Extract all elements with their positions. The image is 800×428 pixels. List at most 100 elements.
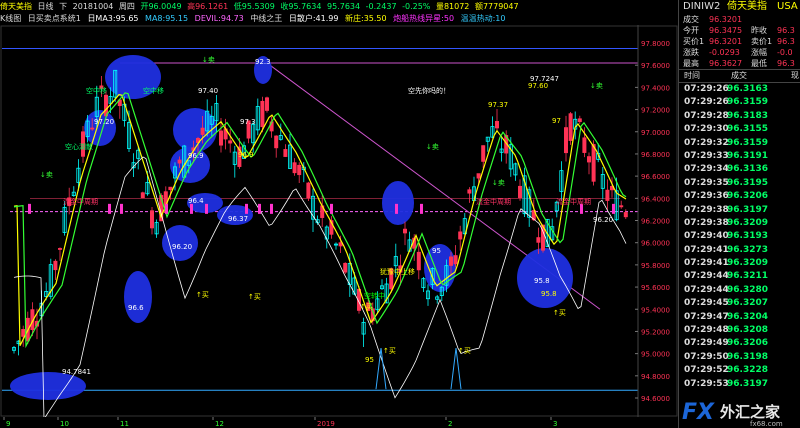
tick-time: 07:29:36 [684,191,729,202]
candle [605,189,610,201]
close-value: 收95.7634 [280,2,322,11]
indicator-chart-type[interactable]: K线图 [0,14,21,23]
ticks-col-deal: 成交 [731,71,747,80]
quote-value: 96.3627 [709,59,743,68]
high-value: 高96.1261 [187,2,229,11]
tick-time: 07:29:41 [684,244,729,255]
candle [343,262,348,273]
tick-price: 96.3211 [727,271,768,282]
date-label: 20181004 [72,2,114,11]
symbol-title[interactable]: 倚天美指 [0,2,32,11]
candle [58,248,63,250]
y-tick-label: 96.8000 [641,151,670,159]
chart-annotation: 95 [365,356,374,364]
tick-row: 07:29:34 96.3136 [679,163,800,176]
quote-key: 买价1 [683,37,705,46]
tick-row: 07:29:38 96.3197 [679,204,800,217]
y-tick-label: 94.8000 [641,373,670,381]
chart-annotation: 空中移 [86,86,107,95]
tick-row: 07:29:50 96.3198 [679,351,800,364]
chart-annotation: 96.4 [188,197,204,205]
x-tick-label: 2019 [317,420,335,428]
price-bubble [124,271,152,323]
tick-price: 96.3159 [727,137,768,148]
x-axis: 9 10 11 12 2019 2 3 [3,417,557,428]
open-value: 开96.0049 [140,2,182,11]
tick-time: 07:29:33 [684,150,729,161]
tick-price: 96.3208 [727,325,768,336]
tick-price: 96.3197 [727,378,768,389]
quote-panel: DINIW2 倚天美指 USA 成交 96.3201 今开 96.3475 昨收 96.3… [678,0,800,428]
amount-value: 额7779047 [474,2,519,11]
indicator-ma3: 日MA3:95.65 [87,14,139,23]
pink-bar [205,203,208,214]
ticks-header: 时间 成交 现 [679,69,800,83]
quote-row: 涨跌 -0.0293 涨幅 -0.0 [679,47,800,58]
tick-time: 07:29:40 [684,231,729,242]
tick-time: 07:29:44 [684,271,729,282]
y-tick-label-top: 97.8000 [641,40,670,48]
candle [494,121,499,129]
tick-row: 07:29:35 96.3195 [679,177,800,190]
buy-signal: ↑买 [196,291,209,299]
sell-signal: ↓卖 [426,143,439,151]
tick-price: 96.3209 [727,217,768,228]
y-tick-label: 97.2000 [641,107,670,115]
candle [260,100,265,128]
volume-value: 量81072 [435,2,470,11]
y-tick-label: 97.6000 [641,62,670,70]
indicator-retail: 日散户:41.99 [288,14,339,23]
candle [200,127,205,135]
chart-annotation: 流金中周期 [556,197,591,206]
pink-bar [258,203,261,214]
indicator-system[interactable]: 日买卖点系统1 [28,14,81,23]
tick-row: 07:29:48 96.3208 [679,324,800,337]
chart-annotation: 96.9 [188,152,204,160]
sell-signal: ↓卖 [590,82,603,90]
candle [536,237,541,243]
candle [140,192,145,199]
indicator-bull: 温温热动:10 [460,14,506,23]
quote-row: 成交 96.3201 [679,14,800,25]
quote-row: 最高 96.3627 最低 96.3 [679,58,800,69]
chart-annotation: 96.6 [128,304,144,312]
candle [264,97,269,111]
candlestick-chart[interactable]: 97.20 97.40 97.3 96.9 96.9 96.4 96.37 96.20 96.6… [0,25,678,417]
low-value: 低95.5309 [233,2,275,11]
pink-bar [190,203,193,214]
tick-time: 07:29:28 [684,110,729,121]
candle [90,127,95,130]
y-tick-label: 97.4000 [641,84,670,92]
indicator-hot: 炮船热线异星:50 [393,14,455,23]
indicator-mid: 中线之王 [250,14,283,23]
candle [582,137,587,153]
quote-row: 今开 96.3475 昨收 96.3 [679,25,800,36]
y-tick-label: 96.4000 [641,195,670,203]
quote-key: 卖价1 [751,37,773,46]
tick-row: 07:29:49 96.3206 [679,337,800,350]
panel-code[interactable]: DINIW2 [683,0,720,14]
logo-fx-text: FX [682,400,715,425]
quote-value: 96.3201 [709,37,743,46]
buy-signal: ↑买 [360,303,373,311]
y-tick-label: 96.2000 [641,218,670,226]
tick-price: 96.3206 [727,338,768,349]
chart-annotation: 97.40 [198,87,218,95]
ticks-list[interactable]: 07:29:26 96.3163 07:29:26 96.3159 07:29:28 96… [679,83,800,391]
tick-row: 07:29:26 96.3163 [679,83,800,96]
tick-time: 07:29:38 [684,204,729,215]
pink-bar [108,203,111,214]
logo-url-text: fx68.com [750,420,783,428]
candle [577,118,582,123]
tick-time: 07:29:50 [684,351,729,362]
candle [591,144,596,182]
tick-price: 96.3209 [727,258,768,269]
quote-value: 96.3 [777,37,795,46]
period-label[interactable]: 日线 [38,2,54,11]
x-tick-label: 2 [448,420,452,428]
x-tick-label: 10 [60,420,69,428]
quote-value: 96.3475 [709,26,743,35]
indicator-ma8: MA8:95.15 [145,14,189,23]
chart-annotation: 96.37 [228,215,248,223]
quote-key: 最高 [683,59,699,68]
